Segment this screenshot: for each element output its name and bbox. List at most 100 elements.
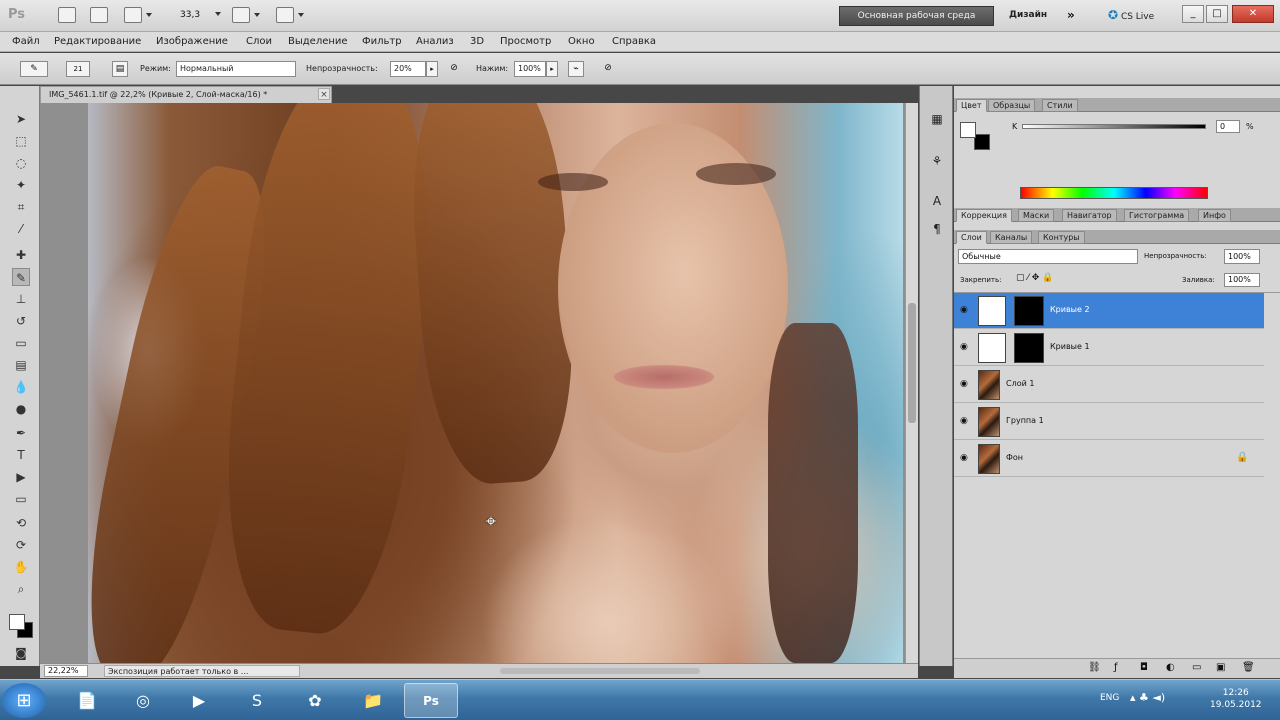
layer-opacity-input[interactable]: 100% <box>1224 249 1260 264</box>
new-layer-icon[interactable]: ▣ <box>1216 662 1225 673</box>
mode-select[interactable]: Нормальный <box>176 61 296 77</box>
clone-stamp-tool-icon[interactable]: ⊥ <box>12 290 30 308</box>
fx-icon[interactable]: ƒ <box>1114 662 1118 673</box>
photoshop-taskbar-button[interactable]: Ps <box>404 683 458 718</box>
channel-slider[interactable] <box>1022 124 1206 129</box>
tab-adjustments[interactable]: Коррекция <box>956 209 1012 222</box>
eraser-tool-icon[interactable]: ▭ <box>12 334 30 352</box>
pressure-opacity-icon[interactable]: ⊘ <box>446 61 462 77</box>
menu-select[interactable]: Выделение <box>288 36 348 47</box>
eyedropper-tool-icon[interactable]: ⁄ <box>12 220 30 238</box>
character-panel-icon[interactable]: A <box>928 192 946 210</box>
dodge-tool-icon[interactable]: ● <box>12 400 30 418</box>
link-icon[interactable]: ⛓ <box>1088 662 1101 673</box>
tab-navigator[interactable]: Навигатор <box>1062 209 1117 222</box>
visibility-eye-icon[interactable]: ◉ <box>960 379 972 389</box>
shape-tool-icon[interactable]: ▭ <box>12 490 30 508</box>
layer-name[interactable]: Кривые 1 <box>1050 342 1090 351</box>
layer-name[interactable]: Слой 1 <box>1006 379 1034 388</box>
tab-histogram[interactable]: Гистограмма <box>1124 209 1190 222</box>
color-spectrum-bar[interactable] <box>1020 187 1208 199</box>
bridge-icon[interactable] <box>58 7 76 23</box>
layer-mask-thumbnail[interactable] <box>1014 333 1044 363</box>
visibility-eye-icon[interactable]: ◉ <box>960 416 972 426</box>
layer-name[interactable]: Фон <box>1006 453 1023 462</box>
cs-live-button[interactable]: ✪ CS Live <box>1108 8 1154 22</box>
tab-channels[interactable]: Каналы <box>990 231 1033 244</box>
pen-tool-icon[interactable]: ✒ <box>12 424 30 442</box>
layer-name[interactable]: Группа 1 <box>1006 416 1044 425</box>
visibility-eye-icon[interactable]: ◉ <box>960 305 972 315</box>
menu-window[interactable]: Окно <box>568 36 595 47</box>
pressure-size-icon[interactable]: ⊘ <box>600 61 616 77</box>
status-message[interactable]: Экспозиция работает только в ... <box>104 665 300 677</box>
zoom-tool-icon[interactable]: ⌕ <box>12 580 30 598</box>
layer-row[interactable]: ◉ Группа 1 <box>954 404 1264 440</box>
flow-input[interactable]: 100% <box>514 61 546 77</box>
paragraph-panel-icon[interactable]: ¶ <box>928 220 946 238</box>
adjustment-icon[interactable]: ◐ <box>1166 662 1175 673</box>
lock-icons[interactable]: ▢ ⁄ ✥ 🔒 <box>1016 273 1053 283</box>
more-workspaces-icon[interactable]: » <box>1067 8 1075 22</box>
layer-row[interactable]: ◉ Слой 1 <box>954 367 1264 403</box>
zoom-level-dropdown[interactable]: 33,3 <box>180 7 221 23</box>
crop-tool-icon[interactable]: ⌗ <box>12 198 30 216</box>
opacity-dropdown-icon[interactable]: ▸ <box>426 61 438 77</box>
brush-size-picker[interactable]: 21 <box>66 61 90 77</box>
chrome-icon[interactable]: ◎ <box>116 683 170 718</box>
layer-mask-thumbnail[interactable] <box>1014 296 1044 326</box>
type-tool-icon[interactable]: T <box>12 446 30 464</box>
color-panel-foreground-swatch[interactable] <box>960 122 976 138</box>
taskbar-app-icon[interactable]: 📄 <box>60 683 114 718</box>
brush-tool-icon-active[interactable]: ✎ <box>12 268 30 286</box>
color-panel-background-swatch[interactable] <box>974 134 990 150</box>
brush-panel-toggle-icon[interactable]: ▤ <box>112 61 128 77</box>
airbrush-icon[interactable]: ⌁ <box>568 61 584 77</box>
start-button[interactable]: ⊞ <box>2 683 46 718</box>
vertical-scrollbar[interactable] <box>905 103 918 663</box>
tab-info[interactable]: Инфо <box>1198 209 1231 222</box>
folder-icon[interactable]: ▭ <box>1192 662 1201 673</box>
zoom-field[interactable]: 22,22% <box>44 665 88 677</box>
opacity-input[interactable]: 20% <box>390 61 426 77</box>
blur-tool-icon[interactable]: 💧 <box>12 378 30 396</box>
workspace-design-link[interactable]: Дизайн <box>1009 10 1047 20</box>
layer-row[interactable]: ◉ Фон 🔒 <box>954 441 1264 477</box>
menu-image[interactable]: Изображение <box>156 36 228 47</box>
history-panel-icon[interactable]: ▦ <box>928 110 946 128</box>
menu-help[interactable]: Справка <box>612 36 656 47</box>
healing-brush-tool-icon[interactable]: ✚ <box>12 246 30 264</box>
quick-select-tool-icon[interactable]: ✦ <box>12 176 30 194</box>
move-tool-icon[interactable]: ➤ <box>12 110 30 128</box>
layer-row[interactable]: ◉ Кривые 2 <box>954 293 1264 329</box>
tab-masks[interactable]: Маски <box>1018 209 1055 222</box>
view-extras-icon[interactable] <box>124 7 152 23</box>
menu-file[interactable]: Файл <box>12 36 40 47</box>
tab-paths[interactable]: Контуры <box>1038 231 1085 244</box>
minimize-button[interactable]: _ <box>1182 5 1204 23</box>
tab-swatches[interactable]: Образцы <box>988 99 1036 112</box>
tab-layers[interactable]: Слои <box>956 231 987 244</box>
mask-icon[interactable]: ◘ <box>1140 662 1148 673</box>
canvas-photo[interactable] <box>88 103 903 663</box>
document-tab[interactable]: IMG_5461.1.tif @ 22,2% (Кривые 2, Слой-м… <box>40 86 332 103</box>
vertical-scroll-thumb[interactable] <box>908 303 916 423</box>
tab-color[interactable]: Цвет <box>956 99 987 112</box>
layer-row[interactable]: ◉ Кривые 1 <box>954 330 1264 366</box>
path-select-tool-icon[interactable]: ▶ <box>12 468 30 486</box>
maximize-button[interactable]: □ <box>1206 5 1228 23</box>
channel-value-input[interactable]: 0 <box>1216 120 1240 133</box>
mini-bridge-icon[interactable] <box>90 7 108 23</box>
visibility-eye-icon[interactable]: ◉ <box>960 342 972 352</box>
arrange-documents-icon[interactable] <box>232 7 260 23</box>
close-button[interactable]: ✕ <box>1232 5 1274 23</box>
tool-preset-picker[interactable]: ✎ <box>20 61 48 77</box>
system-clock[interactable]: 12:26 19.05.2012 <box>1210 687 1262 711</box>
history-brush-tool-icon[interactable]: ↺ <box>12 312 30 330</box>
3d-orbit-tool-icon[interactable]: ⟳ <box>12 536 30 554</box>
language-indicator[interactable]: ENG <box>1100 693 1119 703</box>
visibility-eye-icon[interactable]: ◉ <box>960 453 972 463</box>
document-tab-close-icon[interactable]: × <box>318 88 330 100</box>
menu-3d[interactable]: 3D <box>470 36 484 47</box>
media-player-icon[interactable]: ▶ <box>172 683 226 718</box>
